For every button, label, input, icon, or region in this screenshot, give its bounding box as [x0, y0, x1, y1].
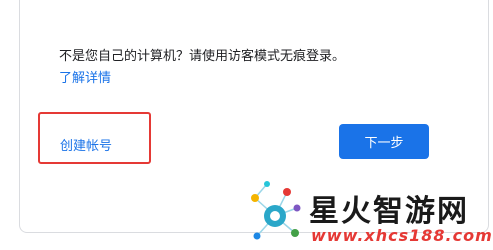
next-button[interactable]: 下一步: [339, 124, 429, 159]
watermark-site-url: www.xhcs188.com: [311, 226, 493, 245]
create-account-highlight-box: 创建帐号: [38, 112, 151, 164]
site-logo-icon: [251, 181, 301, 240]
site-watermark: 星火智游网 www.xhcs188.com: [245, 178, 493, 250]
create-account-button[interactable]: 创建帐号: [60, 135, 112, 154]
learn-more-link[interactable]: 了解详情: [59, 67, 111, 86]
guest-mode-message: 不是您自己的计算机？请使用访客模式无痕登录。: [59, 49, 346, 64]
watermark-site-name: 星火智游网: [309, 194, 469, 229]
next-button-label: 下一步: [364, 136, 404, 151]
